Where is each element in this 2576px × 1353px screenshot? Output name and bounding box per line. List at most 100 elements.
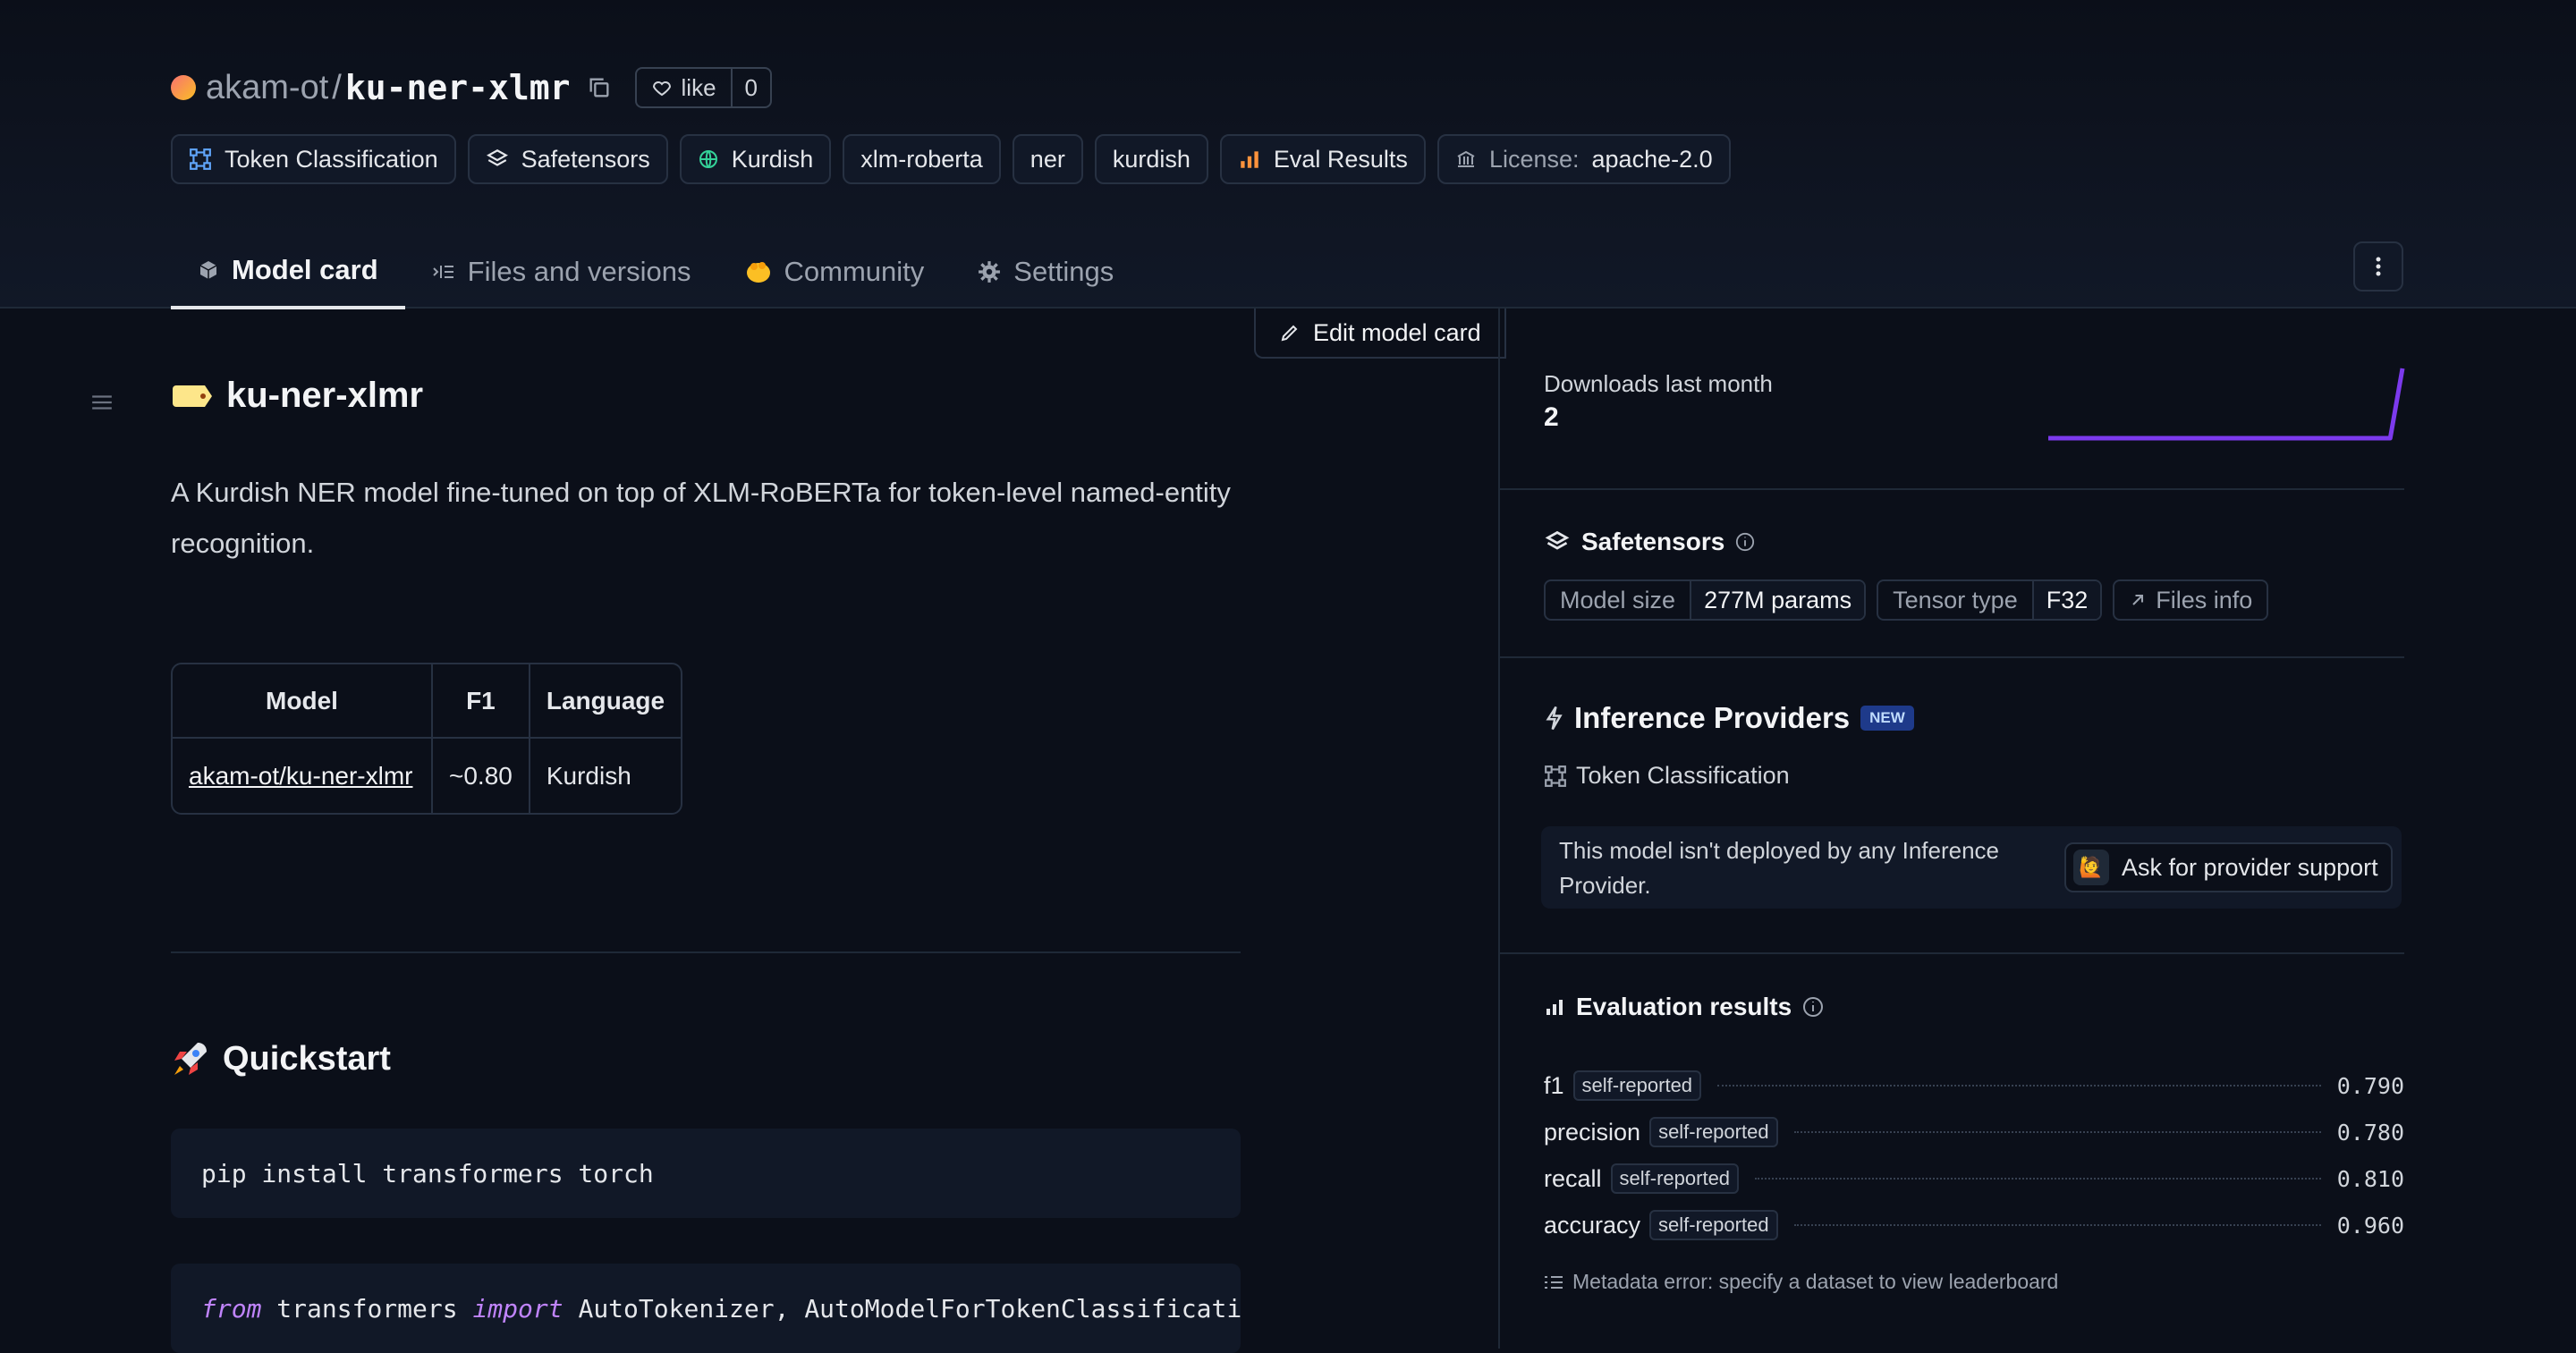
files-info-button[interactable]: Files info <box>2113 579 2269 621</box>
inference-heading: Inference Providers NEW <box>1544 701 1914 735</box>
repo-name-link[interactable]: ku-ner-xlmr <box>345 68 571 107</box>
token-classification-icon <box>190 148 211 170</box>
inference-title: Inference Providers <box>1574 701 1851 734</box>
downloads-label: Downloads last month <box>1544 370 1773 397</box>
globe-icon <box>699 150 717 168</box>
tag-ner[interactable]: ner <box>1012 134 1083 184</box>
tab-label: Files and versions <box>467 256 691 287</box>
info-icon[interactable] <box>1735 532 1755 552</box>
tab-settings[interactable]: Settings <box>951 234 1140 309</box>
edit-model-card-button[interactable]: Edit model card <box>1254 309 1506 359</box>
dotted-leader <box>1793 1131 2321 1133</box>
content-divider <box>1498 309 1500 1349</box>
sidebar-separator <box>1498 488 2404 490</box>
dotted-leader <box>1755 1178 2321 1180</box>
pill-value: 277M params <box>1690 581 1865 619</box>
tag-label: Eval Results <box>1273 145 1408 173</box>
safetensors-icon <box>486 149 508 166</box>
tab-model-card[interactable]: Model card <box>171 234 405 309</box>
bar-chart-icon <box>1241 151 1258 168</box>
tag-token-classification[interactable]: Token Classification <box>171 134 456 184</box>
tab-community[interactable]: Community <box>718 234 952 309</box>
tag-label: kurdish <box>1112 145 1191 173</box>
tag-eval-results[interactable]: Eval Results <box>1219 134 1426 184</box>
table-header-row: Model F1 Language <box>173 664 682 739</box>
license-prefix: License: <box>1488 145 1580 173</box>
tag-license[interactable]: License: apache-2.0 <box>1436 134 1731 184</box>
rocket-icon <box>174 1043 207 1075</box>
table-cell: Kurdish <box>546 761 631 790</box>
ask-provider-support-button[interactable]: 🙋 Ask for provider support <box>2064 842 2393 892</box>
lightning-icon <box>1546 706 1563 731</box>
tag-safetensors[interactable]: Safetensors <box>467 134 668 184</box>
pencil-icon <box>1281 325 1298 342</box>
list-icon <box>1545 1275 1563 1289</box>
self-reported-badge: self-reported <box>1649 1117 1778 1147</box>
code-block-python[interactable]: from transformers import AutoTokenizer, … <box>171 1264 1241 1353</box>
sidebar-separator <box>1498 952 2404 954</box>
code-block-install[interactable]: pip install transformers torch <box>171 1129 1241 1218</box>
table-cell[interactable]: akam-ot/ku-ner-xlmr <box>173 739 433 813</box>
tab-files-and-versions[interactable]: Files and versions <box>405 234 718 309</box>
tag-label: Token Classification <box>225 145 438 173</box>
model-link[interactable]: akam-ot/ku-ner-xlmr <box>189 762 412 790</box>
evaluation-heading: Evaluation results <box>1544 993 1824 1021</box>
files-icon <box>432 266 453 278</box>
ask-label: Ask for provider support <box>2122 853 2378 881</box>
model-card-title: ku-ner-xlmr <box>171 376 423 416</box>
inference-notice: This model isn't deployed by any Inferen… <box>1541 826 2402 909</box>
heart-icon <box>652 81 671 97</box>
evaluation-list: f1 self-reported 0.790 precision self-re… <box>1544 1062 2404 1248</box>
tag-xlm-roberta[interactable]: xlm-roberta <box>843 134 1001 184</box>
like-count: 0 <box>730 69 770 106</box>
metric-name: precision <box>1544 1118 1641 1146</box>
tag-kurdish[interactable]: kurdish <box>1094 134 1208 184</box>
safetensors-icon <box>1545 530 1570 550</box>
cube-icon <box>199 261 217 279</box>
table-of-contents-icon[interactable] <box>90 391 114 414</box>
pill-key: Tensor type <box>1893 586 2018 613</box>
like-label: like <box>681 73 716 101</box>
tag-kurdish-language[interactable]: Kurdish <box>679 134 832 184</box>
info-icon[interactable] <box>1802 996 1824 1018</box>
code-text: AutoTokenizer, AutoModelForTokenClassifi… <box>563 1293 1241 1323</box>
table-cell: ~0.80 <box>433 739 530 813</box>
tag-list: Token Classification Safetensors Kurdish… <box>171 134 1731 184</box>
bank-icon <box>1457 150 1475 167</box>
code-text: transformers <box>261 1293 473 1323</box>
quickstart-title: Quickstart <box>223 1039 391 1078</box>
inference-notice-text: This model isn't deployed by any Inferen… <box>1559 837 2000 899</box>
table-header: F1 <box>433 664 530 739</box>
model-summary-table: Model F1 Language akam-ot/ku-ner-xlmr ~0… <box>171 663 683 815</box>
more-options-button[interactable] <box>2353 241 2403 292</box>
self-reported-badge: self-reported <box>1572 1070 1702 1101</box>
list-item: recall self-reported 0.810 <box>1544 1155 2404 1202</box>
tag-label: ner <box>1030 145 1065 173</box>
repo-header: akam-ot / ku-ner-xlmr like 0 Token Class… <box>0 0 2576 309</box>
list-item: f1 self-reported 0.790 <box>1544 1062 2404 1109</box>
bar-chart-icon <box>1546 1000 1563 1015</box>
tab-label: Model card <box>232 254 378 285</box>
tag-label: apache-2.0 <box>1591 145 1713 173</box>
owner-avatar[interactable] <box>171 75 196 100</box>
self-reported-badge: self-reported <box>1610 1163 1740 1194</box>
quickstart-heading: Quickstart <box>171 1039 391 1078</box>
tag-label: Safetensors <box>521 145 650 173</box>
metric-name: recall <box>1544 1164 1602 1192</box>
token-classification-icon <box>1545 765 1566 787</box>
kebab-icon <box>2376 257 2381 276</box>
table-row: akam-ot/ku-ner-xlmr ~0.80 Kurdish <box>173 739 681 813</box>
dotted-leader <box>1793 1224 2321 1226</box>
arrow-up-right-icon <box>2132 594 2144 605</box>
evaluation-title: Evaluation results <box>1576 993 1792 1020</box>
table-header: Language <box>530 664 682 739</box>
metric-name: accuracy <box>1544 1211 1641 1239</box>
model-size-pill: Model size 277M params <box>1544 579 1867 621</box>
repo-owner-link[interactable]: akam-ot <box>206 69 328 107</box>
code-line: pip install transformers torch <box>201 1158 654 1188</box>
like-button[interactable]: like 0 <box>634 67 772 108</box>
copy-icon[interactable] <box>587 75 612 100</box>
repo-tabs: Model card Files and versions Community … <box>171 234 1140 309</box>
list-item: precision self-reported 0.780 <box>1544 1109 2404 1155</box>
tag-emoji-icon <box>173 385 212 407</box>
